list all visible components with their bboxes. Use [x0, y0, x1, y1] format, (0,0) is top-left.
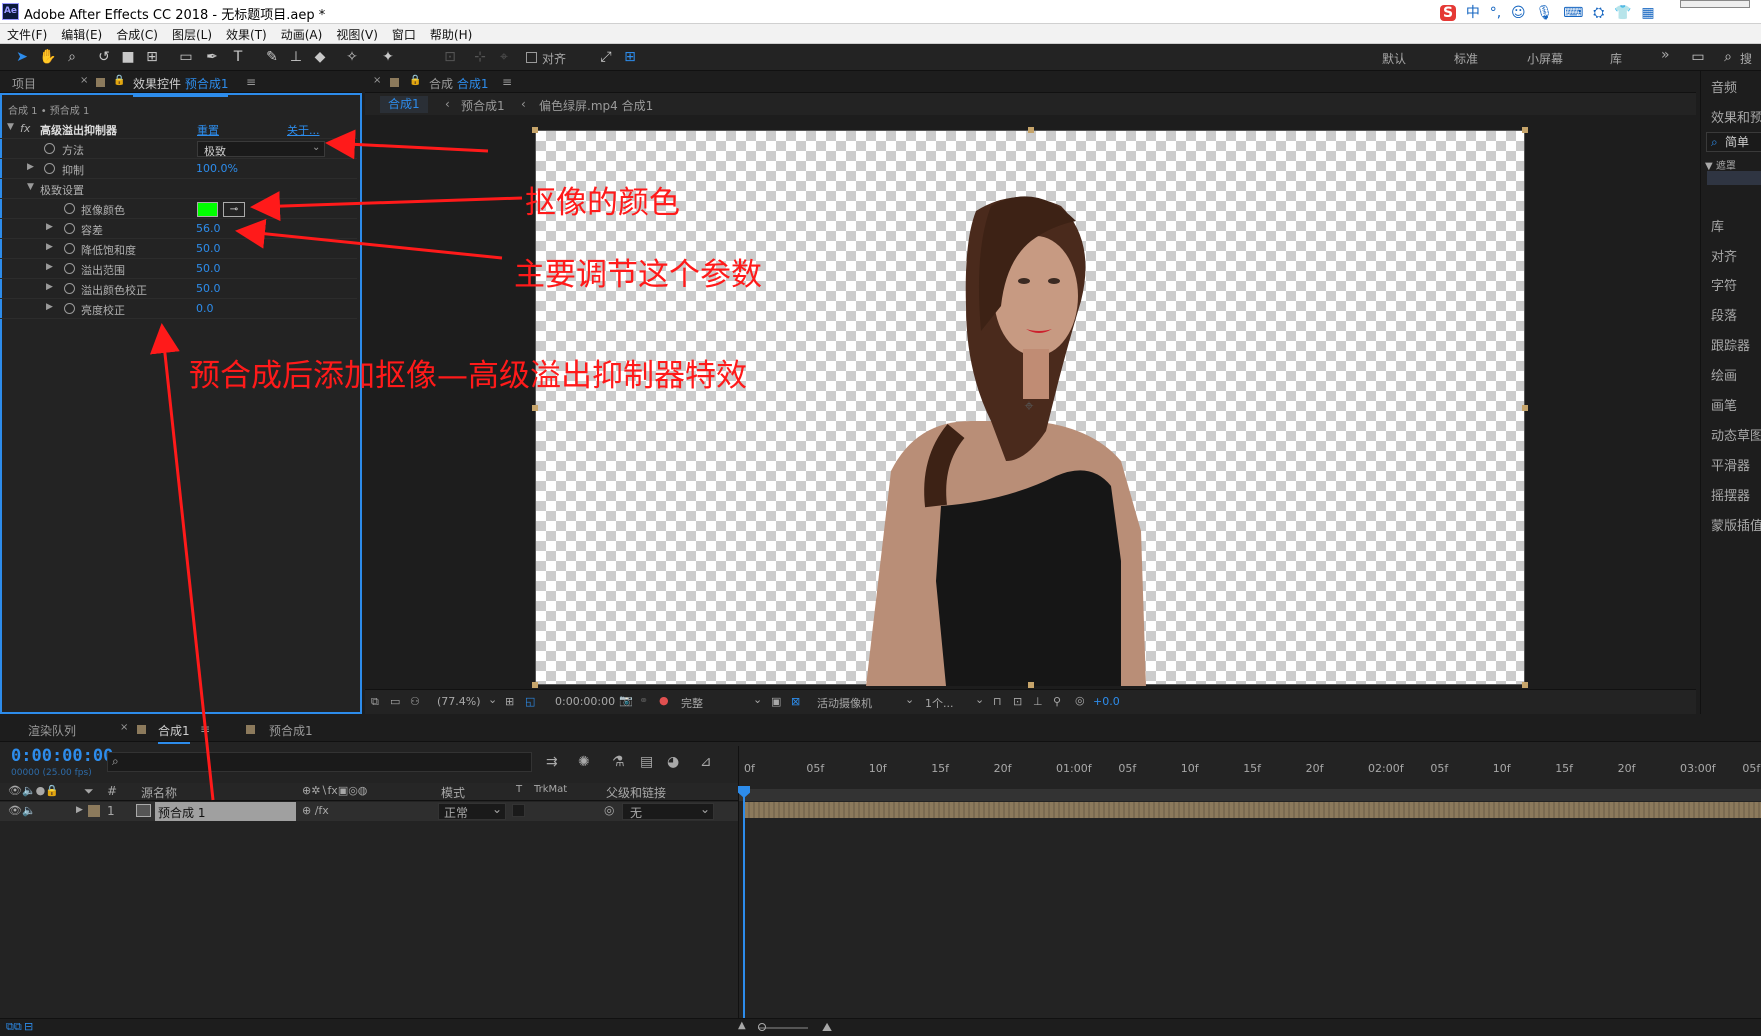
annotation-precomp: 预合成后添加抠像—高级溢出抑制器特效 [189, 358, 747, 394]
arrow-key-color [250, 191, 523, 222]
arrow-precomp [149, 323, 215, 801]
annotation-arrows [149, 129, 523, 801]
arrow-method [325, 129, 489, 160]
arrow-tolerance [235, 218, 503, 260]
annotation-tolerance: 主要调节这个参数 [514, 257, 762, 293]
annotation-key-color: 抠像的颜色 [525, 185, 680, 221]
